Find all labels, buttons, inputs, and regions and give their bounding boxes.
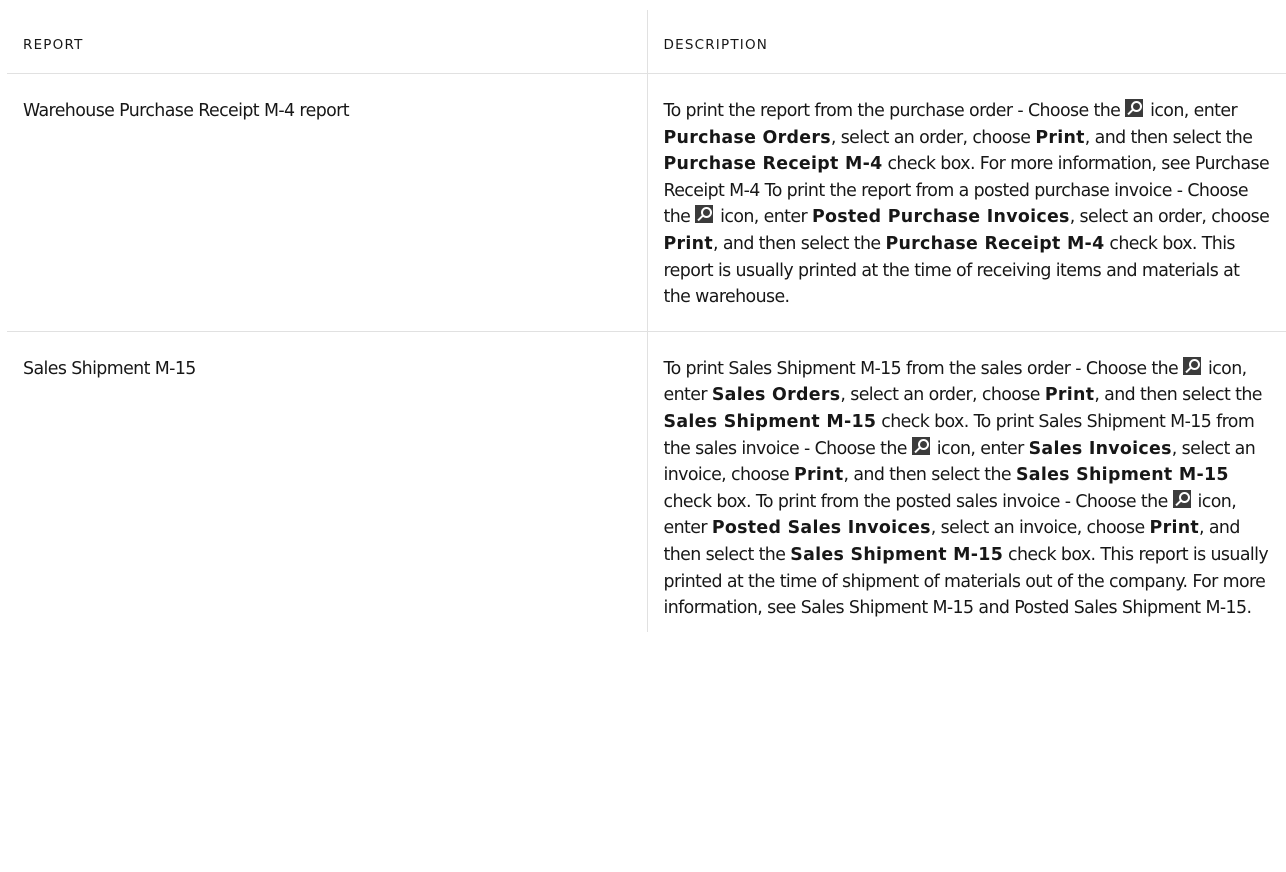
ui-term: Print (1044, 385, 1095, 406)
table-row: Sales Shipment M-15 To print Sales Shipm… (7, 331, 1286, 632)
ui-term: Posted Sales Invoices (711, 518, 931, 539)
description-text: , and then select the (843, 465, 1012, 486)
search-icon (1125, 99, 1144, 117)
table-header-row: REPORT DESCRIPTION (7, 10, 1286, 74)
description-text: , select an invoice, choose (930, 518, 1145, 539)
description-text: icon, enter (1150, 101, 1238, 121)
search-icon (1183, 356, 1202, 375)
search-icon (911, 436, 930, 455)
ui-term: Purchase Orders (663, 127, 831, 148)
description-cell: To print the report from the purchase or… (646, 73, 1286, 332)
search-icon (695, 205, 714, 224)
description-text: , select an order, choose (1069, 207, 1270, 228)
report-name-cell: Sales Shipment M-15 (23, 358, 196, 379)
ui-term: Print (663, 233, 713, 254)
ui-term: Sales Invoices (1028, 438, 1172, 459)
reports-table-container: REPORT DESCRIPTION Warehouse Purchase Re… (7, 10, 1286, 632)
description-text: icon, enter (720, 207, 808, 228)
report-name-cell: Warehouse Purchase Receipt M-4 report (7, 73, 647, 332)
description-cell: To print Sales Shipment M-15 from the sa… (646, 331, 1286, 632)
table-row: Warehouse Purchase Receipt M-4 report To… (7, 73, 1286, 332)
column-header-description: DESCRIPTION (646, 10, 1286, 74)
description-text: icon, enter (936, 438, 1025, 459)
reports-table: REPORT DESCRIPTION Warehouse Purchase Re… (7, 10, 1286, 632)
description-text: , and then select the (712, 233, 881, 254)
ui-term: Purchase Receipt M-4 (885, 233, 1105, 254)
description-text: , and then select the (1084, 127, 1253, 148)
column-header-report: REPORT (7, 10, 647, 74)
description-text: , select an order, choose (830, 127, 1031, 148)
ui-term: Print (1035, 127, 1085, 148)
ui-term: Sales Shipment M-15 (790, 544, 1004, 565)
ui-term: Purchase Receipt M-4 (663, 154, 883, 175)
search-icon (1172, 489, 1191, 508)
ui-term: Sales Shipment M-15 (663, 411, 877, 432)
ui-term: Print (794, 465, 844, 486)
ui-term: Print (1149, 518, 1200, 539)
description-text: , select an order, choose (840, 385, 1040, 406)
ui-term: Posted Purchase Invoices (811, 207, 1070, 228)
description-text: , and then select the (1094, 385, 1262, 406)
description-text: To print Sales Shipment M-15 from the sa… (663, 358, 1179, 379)
description-text: To print the report from the purchase or… (663, 101, 1121, 121)
ui-term: Sales Shipment M-15 (1015, 465, 1229, 486)
description-text: check box. To print from the posted sale… (663, 491, 1169, 512)
ui-term: Sales Orders (711, 385, 841, 406)
